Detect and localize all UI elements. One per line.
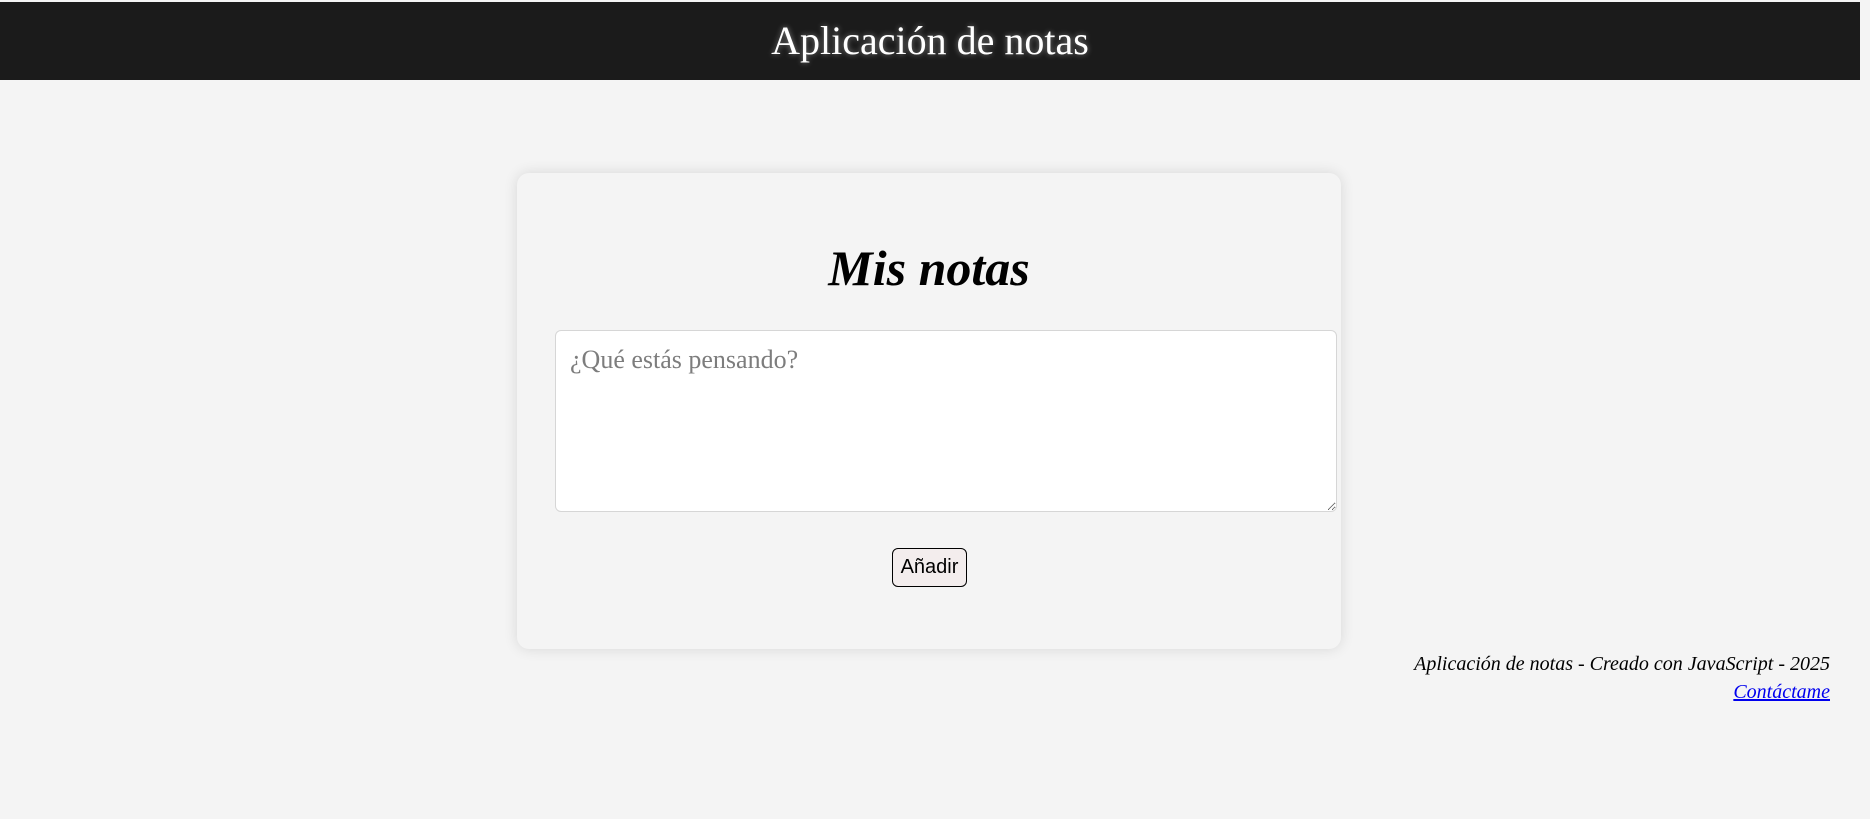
page-footer: Aplicación de notas - Creado con JavaScr… bbox=[1414, 650, 1830, 706]
card-title: Mis notas bbox=[828, 240, 1030, 296]
notes-card: Mis notas Añadir bbox=[517, 173, 1341, 649]
app-header: Aplicación de notas bbox=[0, 2, 1860, 80]
app-title: Aplicación de notas bbox=[771, 18, 1089, 63]
footer-text: Aplicación de notas - Creado con JavaScr… bbox=[1414, 653, 1830, 675]
contact-link[interactable]: Contáctame bbox=[1733, 681, 1830, 703]
note-input[interactable] bbox=[555, 330, 1337, 512]
add-note-button[interactable]: Añadir bbox=[892, 548, 967, 587]
